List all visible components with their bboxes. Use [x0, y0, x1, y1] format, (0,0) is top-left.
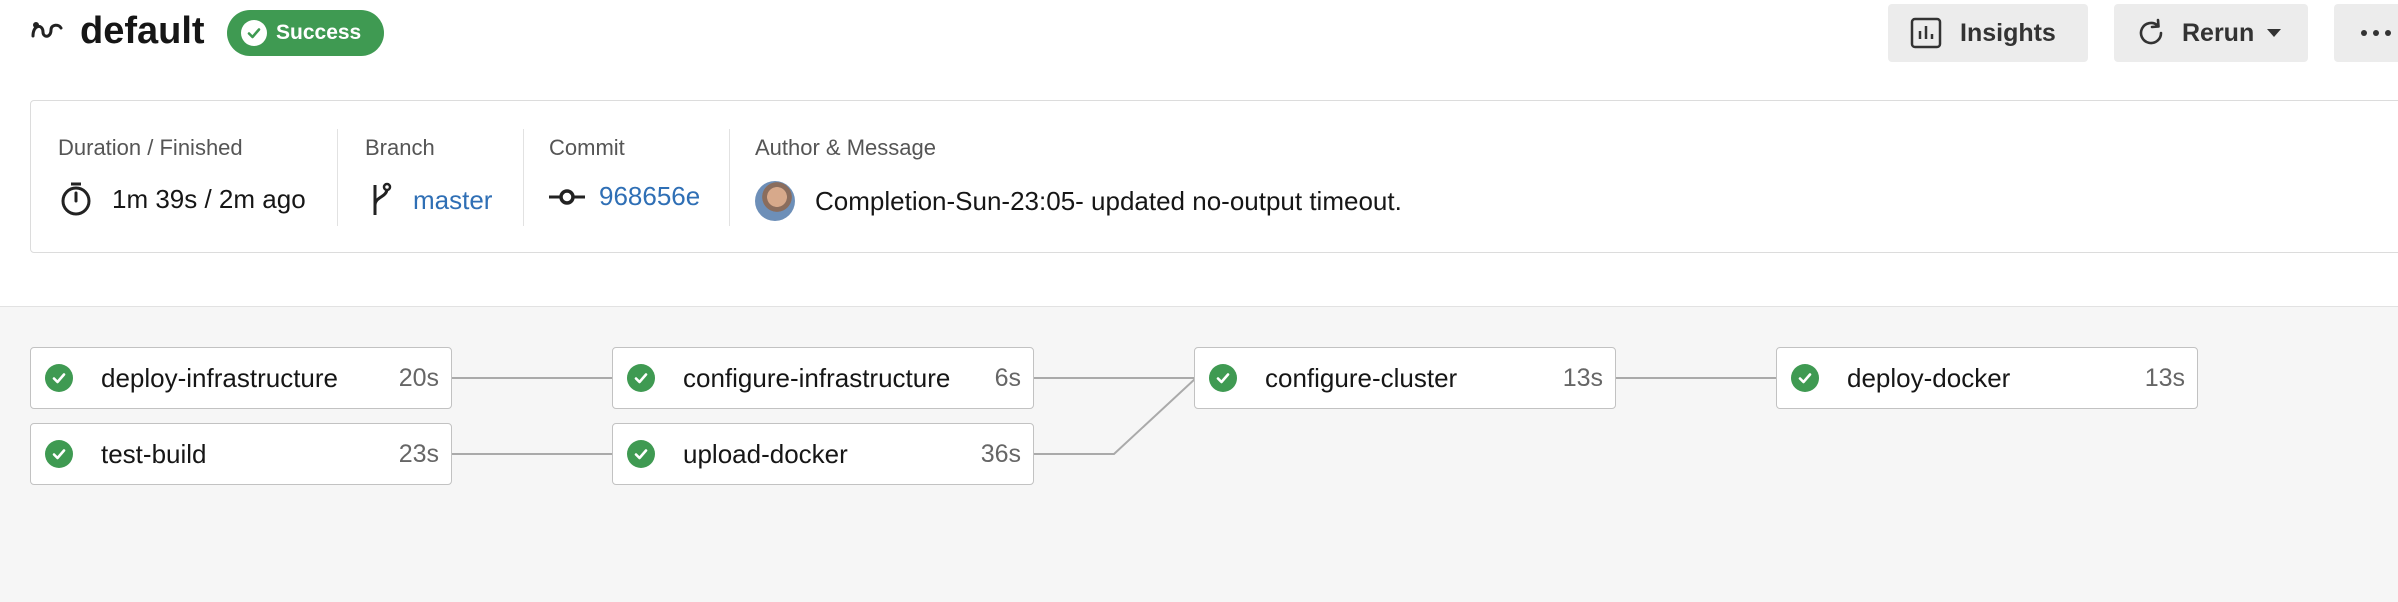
- success-check-icon: [1791, 364, 1819, 392]
- success-check-icon: [45, 440, 73, 468]
- duration-label: Duration / Finished: [58, 135, 243, 160]
- job-duration: 13s: [2144, 363, 2185, 392]
- status-label: Success: [276, 21, 362, 44]
- status-badge: Success: [227, 10, 384, 56]
- job-test-build[interactable]: test-build 23s: [30, 423, 452, 485]
- caret-down-icon[interactable]: [2266, 28, 2282, 38]
- avatar: [755, 181, 795, 221]
- check-circle-icon: [241, 20, 267, 46]
- job-name: configure-cluster: [1265, 362, 1458, 393]
- success-check-icon: [1209, 364, 1237, 392]
- more-icon: [2361, 30, 2391, 36]
- job-configure-cluster[interactable]: configure-cluster 13s: [1194, 347, 1616, 409]
- duration-text: 1m 39s / 2m ago: [112, 183, 306, 214]
- edge: [1034, 377, 1197, 455]
- git-commit-icon: [549, 188, 585, 205]
- branch-value: master: [365, 181, 492, 219]
- workflow-header: default Success Insights Rerun: [0, 0, 2398, 64]
- divider: [337, 129, 338, 226]
- git-branch-icon: [373, 182, 392, 215]
- author-value: Completion-Sun-23:05- updated no-output …: [755, 181, 1402, 221]
- job-name: deploy-docker: [1847, 362, 2011, 393]
- bar-chart-icon: [1910, 17, 1942, 49]
- job-name: deploy-infrastructure: [101, 362, 338, 393]
- commit-value: 968656e: [549, 181, 700, 212]
- workflow-title: default: [80, 10, 205, 52]
- rerun-label: Rerun: [2182, 18, 2255, 47]
- success-check-icon: [627, 440, 655, 468]
- job-name: test-build: [101, 438, 207, 469]
- job-duration: 23s: [398, 439, 439, 468]
- job-name: upload-docker: [683, 438, 848, 469]
- workflow-page: default Success Insights Rerun Duration …: [0, 0, 2398, 602]
- workflow-graph: deploy-infrastructure 20s test-build 23s…: [0, 306, 2398, 602]
- success-check-icon: [45, 364, 73, 392]
- job-duration: 36s: [980, 439, 1021, 468]
- commit-link[interactable]: 968656e: [599, 181, 700, 212]
- branch-label: Branch: [365, 135, 435, 160]
- divider: [523, 129, 524, 226]
- job-duration: 20s: [398, 363, 439, 392]
- commit-label: Commit: [549, 135, 625, 160]
- rerun-button[interactable]: Rerun: [2114, 4, 2308, 62]
- author-label: Author & Message: [755, 135, 936, 160]
- divider: [729, 129, 730, 226]
- more-button[interactable]: [2334, 4, 2398, 62]
- job-deploy-infrastructure[interactable]: deploy-infrastructure 20s: [30, 347, 452, 409]
- commit-message: Completion-Sun-23:05- updated no-output …: [815, 185, 1402, 216]
- pipeline-summary: Duration / Finished 1m 39s / 2m ago Bran…: [30, 100, 2398, 253]
- duration-value: 1m 39s / 2m ago: [58, 181, 306, 217]
- branch-link[interactable]: master: [413, 185, 492, 216]
- workflow-icon: [31, 22, 63, 38]
- stopwatch-icon: [61, 182, 91, 216]
- job-duration: 13s: [1562, 363, 1603, 392]
- job-duration: 6s: [994, 363, 1021, 392]
- job-name: configure-infrastructure: [683, 362, 951, 393]
- refresh-icon: [2139, 18, 2163, 45]
- job-deploy-docker[interactable]: deploy-docker 13s: [1776, 347, 2198, 409]
- success-check-icon: [627, 364, 655, 392]
- job-upload-docker[interactable]: upload-docker 36s: [612, 423, 1034, 485]
- job-configure-infrastructure[interactable]: configure-infrastructure 6s: [612, 347, 1034, 409]
- insights-button[interactable]: Insights: [1888, 4, 2088, 62]
- insights-label: Insights: [1960, 18, 2056, 47]
